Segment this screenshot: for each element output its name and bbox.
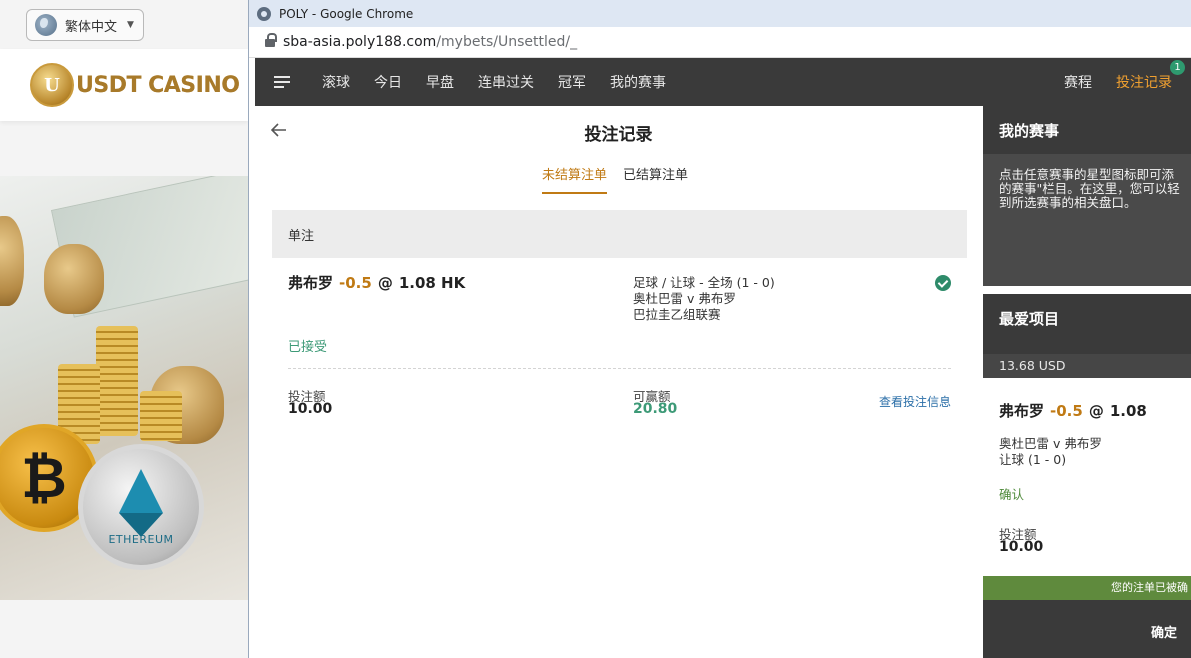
site-logo-bar: U USDT CASINO (0, 49, 248, 121)
check-circle-icon (935, 275, 951, 291)
slip-selection-line: 弗布罗 -0.5 @1.08 (999, 400, 1147, 421)
slip-at: @ (1088, 402, 1104, 420)
background-website: 繁体中文 ▼ U USDT CASINO ₿ ETHEREUM (0, 0, 248, 658)
favorites-header[interactable]: 最爱项目 (983, 294, 1191, 342)
win-value: 20.80 (633, 401, 678, 417)
desc-line: 点击任意赛事的星型图标即可添 (999, 167, 1175, 182)
slip-match-info: 奥杜巴雷 v 弗布罗 让球 (1 - 0) (999, 436, 1102, 468)
my-events-header[interactable]: 我的赛事 (983, 106, 1191, 154)
chrome-icon (257, 6, 271, 21)
money-bag-image (44, 244, 104, 314)
bet-record-label: 投注记录 (1116, 75, 1172, 91)
promo-banner: ₿ ETHEREUM (0, 176, 248, 600)
nav-item-outright[interactable]: 冠军 (558, 72, 586, 92)
view-bet-info-link[interactable]: 查看投注信息 (879, 393, 951, 410)
nav-item-bet-record[interactable]: 投注记录 1 (1116, 60, 1185, 92)
slip-stake-value: 10.00 (999, 539, 1044, 555)
tab-settled[interactable]: 已结算注单 (623, 164, 688, 194)
bet-market: 足球 / 让球 - 全场 (1 - 0) (633, 275, 775, 290)
nav-item-today[interactable]: 今日 (374, 72, 402, 92)
bet-match: 奥杜巴雷 v 弗布罗 (633, 291, 736, 306)
nav-item-early[interactable]: 早盘 (426, 72, 454, 92)
my-events-description: 点击任意赛事的星型图标即可添 的赛事"栏目。在这里，您可以轻 到所选赛事的相关盘… (983, 154, 1191, 286)
caret-down-icon: ▼ (127, 20, 134, 30)
slip-match: 奥杜巴雷 v 弗布罗 (999, 436, 1102, 451)
bet-status: 已接受 (288, 340, 328, 355)
bet-selection-line: 弗布罗 -0.5 @1.08 HK (288, 272, 465, 293)
globe-icon (35, 14, 57, 36)
bet-handicap: -0.5 (339, 274, 372, 292)
bet-count-badge: 1 (1170, 60, 1185, 75)
bet-odds: 1.08 HK (398, 274, 466, 292)
ethereum-coin-icon: ETHEREUM (78, 444, 204, 570)
divider (288, 368, 951, 369)
slip-status: 确认 (999, 487, 1025, 502)
language-selector[interactable]: 繁体中文 ▼ (26, 9, 144, 41)
bet-match-info: 足球 / 让球 - 全场 (1 - 0) 奥杜巴雷 v 弗布罗 巴拉圭乙组联赛 (633, 275, 775, 323)
desc-line: 到所选赛事的相关盘口。 (999, 195, 1137, 210)
desc-line: 的赛事"栏目。在这里，您可以轻 (999, 181, 1180, 196)
nav-item-parlay[interactable]: 连串过关 (478, 72, 534, 92)
bet-confirmed-notice: 您的注单已被确 (983, 576, 1191, 600)
sidebar-gap (983, 286, 1191, 294)
section-single-bet: 单注 (272, 210, 967, 258)
menu-icon[interactable] (274, 76, 292, 88)
nav-item-my-events[interactable]: 我的赛事 (610, 72, 666, 92)
window-titlebar[interactable]: POLY - Google Chrome (249, 0, 1191, 27)
language-label: 繁体中文 (65, 19, 118, 35)
coin-stack-image (140, 391, 182, 441)
address-bar[interactable]: sba-asia.poly188.com/mybets/Unsettled/_ (249, 27, 1191, 58)
nav-item-live[interactable]: 滚球 (322, 72, 350, 92)
nav-item-schedule[interactable]: 赛程 (1064, 72, 1092, 92)
window-title: POLY - Google Chrome (279, 6, 414, 21)
bet-record-panel: 投注记录 未结算注单 已结算注单 单注 弗布罗 -0.5 @1.08 HK 足球 /… (255, 106, 982, 658)
url-path: /mybets/Unsettled/_ (436, 34, 578, 50)
coin-stack-image (96, 326, 138, 436)
slip-odds: 1.08 (1109, 402, 1147, 420)
right-sidebar: 我的赛事 点击任意赛事的星型图标即可添 的赛事"栏目。在这里，您可以轻 到所选赛… (983, 106, 1191, 658)
tab-unsettled[interactable]: 未结算注单 (542, 164, 608, 194)
money-bag-image (0, 216, 24, 306)
slip-handicap: -0.5 (1050, 402, 1083, 420)
lock-icon[interactable] (265, 32, 277, 50)
slip-market: 让球 (1 - 0) (999, 452, 1067, 467)
ethereum-logo-icon (119, 468, 163, 537)
browser-window: POLY - Google Chrome sba-asia.poly188.co… (248, 0, 1191, 658)
bet-selection: 弗布罗 (288, 274, 334, 292)
bet-at: @ (377, 274, 393, 292)
logo-coin-icon: U (30, 63, 74, 107)
balance-display: 13.68 USD (983, 354, 1191, 378)
page-title: 投注记录 (584, 125, 653, 145)
stake-value: 10.00 (288, 401, 333, 417)
ok-button[interactable]: 确定 (1151, 622, 1177, 641)
site-logo-text[interactable]: USDT CASINO (76, 73, 240, 98)
slip-selection: 弗布罗 (999, 402, 1045, 420)
bet-status-tabs: 未结算注单 已结算注单 (542, 164, 688, 194)
bet-slip-card: 弗布罗 -0.5 @1.08 奥杜巴雷 v 弗布罗 让球 (1 - 0) 确认 投注… (983, 378, 1191, 576)
url-host: sba-asia.poly188.com (283, 34, 437, 50)
bet-league: 巴拉圭乙组联赛 (633, 307, 721, 322)
site-nav-bar: 滚球 今日 早盘 连串过关 冠军 我的赛事 赛程 投注记录 1 (255, 58, 1191, 106)
